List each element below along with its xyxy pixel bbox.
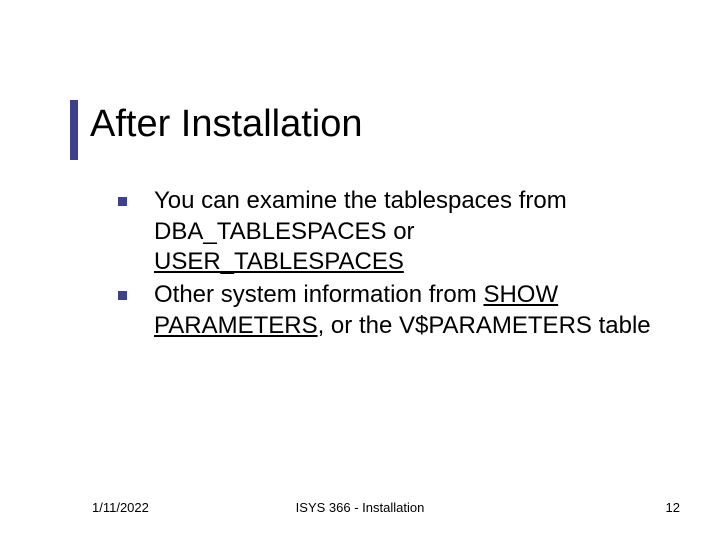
bullet-square-icon bbox=[118, 197, 127, 206]
title-accent-bar bbox=[70, 100, 78, 160]
list-item: You can examine the tablespaces from DBA… bbox=[118, 186, 658, 278]
bullet-text-pre: Other system information from bbox=[154, 281, 483, 308]
bullet-list: You can examine the tablespaces from DBA… bbox=[118, 186, 658, 342]
footer-course: ISYS 366 - Installation bbox=[0, 500, 720, 515]
slide-body: You can examine the tablespaces from DBA… bbox=[118, 186, 658, 344]
list-item: Other system information from SHOW PARAM… bbox=[118, 280, 658, 341]
bullet-text-post: , or the V$PARAMETERS table bbox=[318, 312, 651, 339]
footer-page-number: 12 bbox=[666, 500, 680, 515]
slide-title: After Installation bbox=[90, 103, 362, 146]
slide: After Installation You can examine the t… bbox=[0, 0, 720, 540]
bullet-link[interactable]: USER_TABLESPACES bbox=[154, 248, 404, 275]
bullet-square-icon bbox=[118, 291, 127, 300]
bullet-text-pre: You can examine the tablespaces from DBA… bbox=[154, 187, 567, 245]
